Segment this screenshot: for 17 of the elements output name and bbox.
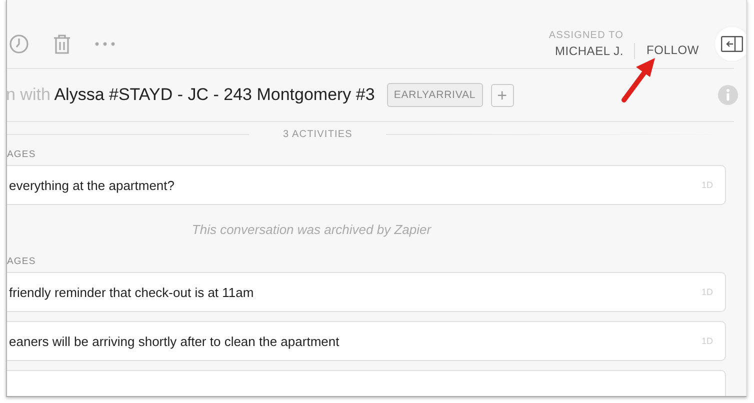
message-text: friendly reminder that check-out is at 11am [9, 284, 254, 300]
more-icon[interactable] [95, 42, 115, 46]
section-label: AGES [7, 149, 37, 160]
assigned-label: ASSIGNED TO [548, 30, 624, 41]
section-label: AGES [7, 256, 37, 267]
info-icon[interactable] [718, 85, 738, 105]
assignee-name[interactable]: MICHAEL J. [554, 44, 624, 58]
follow-button[interactable]: FOLLOW [646, 43, 699, 57]
trash-icon[interactable] [53, 34, 71, 54]
sidebar-toggle-icon [721, 36, 743, 52]
panel-toggle-button[interactable] [715, 27, 746, 61]
message-text: eaners will be arriving shortly after to clean the apartment [9, 334, 340, 348]
conversation-title: n with Alyssa #STAYD - JC - 243 Montgomery #3 [7, 85, 375, 105]
archive-note: This conversation was archived by Zapier [190, 221, 432, 239]
clock-icon[interactable] [9, 34, 29, 54]
message-text: everything at the apartment? [9, 178, 174, 192]
activity-count: 3 ACTIVITIES [283, 128, 352, 140]
